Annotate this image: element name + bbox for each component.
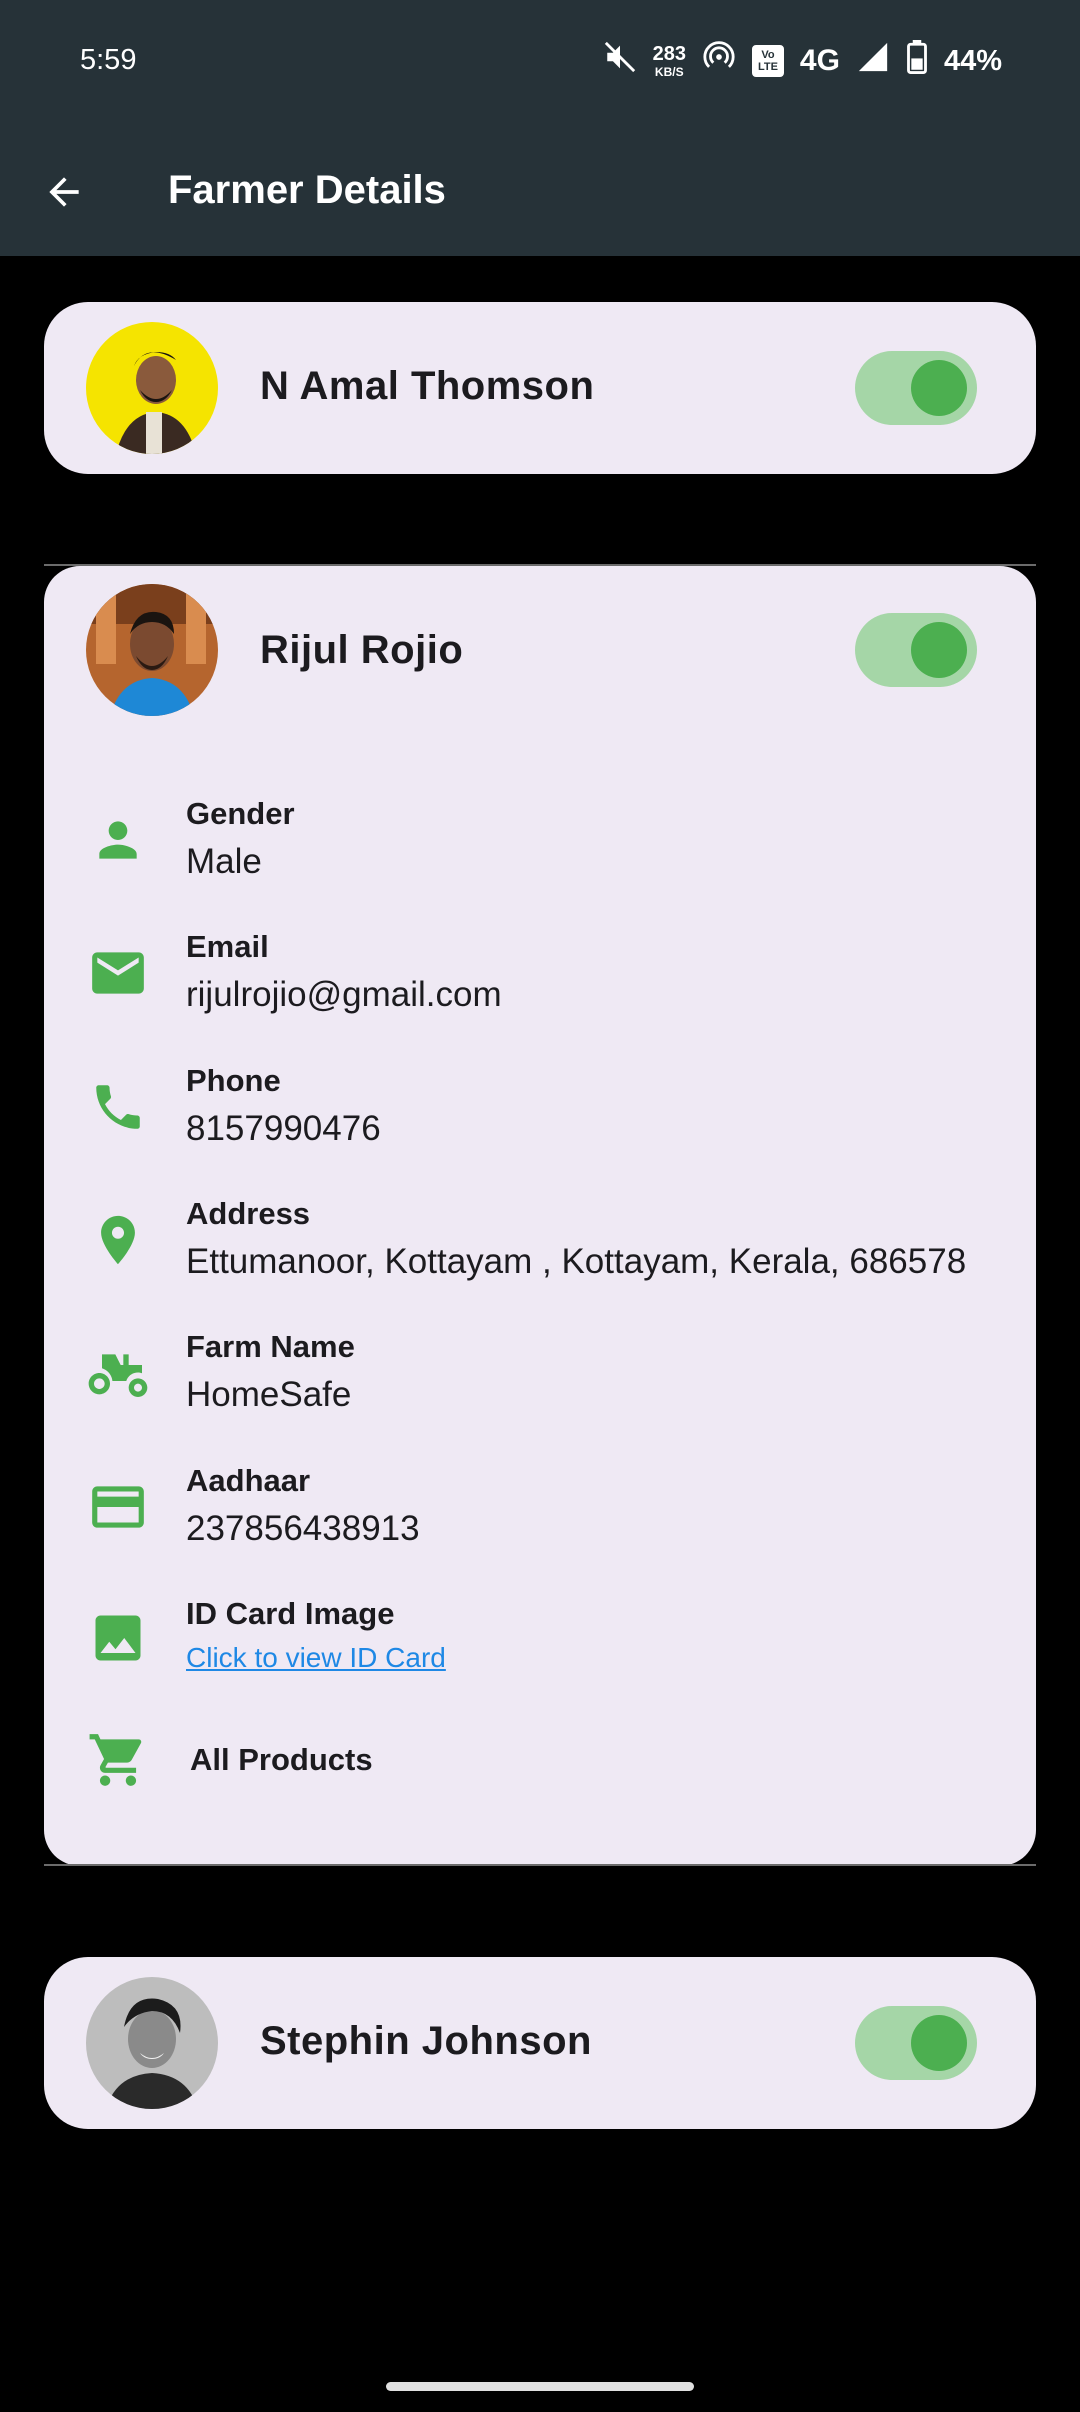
image-icon xyxy=(82,1602,154,1674)
status-icons: 283 KB/S Vo LTE 4G 44% xyxy=(603,40,1002,82)
mute-icon xyxy=(603,40,637,82)
detail-label: Email xyxy=(186,929,269,964)
detail-label: Phone xyxy=(186,1063,281,1098)
detail-label: Aadhaar xyxy=(186,1463,311,1498)
detail-phone: Phone 8157990476 xyxy=(44,1063,1036,1153)
battery-icon xyxy=(906,40,928,82)
tractor-icon xyxy=(82,1337,154,1409)
email-icon xyxy=(82,937,154,1009)
farmer-name: N Amal Thomson xyxy=(260,364,595,408)
farmer-card-expanded[interactable]: Rijul Rojio Gender Male Email rijulrojio… xyxy=(44,566,1036,1866)
network-speed: 283 KB/S xyxy=(652,43,686,79)
view-id-card-link[interactable]: Click to view ID Card xyxy=(186,1642,446,1674)
detail-value: 8157990476 xyxy=(186,1109,381,1148)
active-toggle[interactable] xyxy=(855,2006,977,2080)
battery-percent: 44% xyxy=(943,44,1002,77)
avatar xyxy=(86,322,218,454)
location-pin-icon xyxy=(82,1204,154,1276)
toggle-knob xyxy=(911,2015,967,2071)
avatar xyxy=(86,1977,218,2109)
app-bar: Farmer Details xyxy=(0,128,1080,256)
volte-icon: Vo LTE xyxy=(751,45,784,77)
active-toggle[interactable] xyxy=(855,613,977,687)
toggle-knob xyxy=(911,360,967,416)
detail-value: Ettumanoor, Kottayam , Kottayam, Kerala,… xyxy=(186,1242,967,1281)
detail-value: rijulrojio@gmail.com xyxy=(186,975,502,1014)
farmer-name: Stephin Johnson xyxy=(260,2019,592,2063)
detail-farm-name: Farm Name HomeSafe xyxy=(44,1329,1036,1419)
detail-aadhaar: Aadhaar 237856438913 xyxy=(44,1463,1036,1553)
detail-label: Gender xyxy=(186,796,295,831)
detail-value: HomeSafe xyxy=(186,1375,352,1414)
phone-icon xyxy=(82,1071,154,1143)
farmer-card[interactable]: Stephin Johnson xyxy=(44,1957,1036,2129)
farmer-name: Rijul Rojio xyxy=(260,628,464,672)
detail-email: Email rijulrojio@gmail.com xyxy=(44,929,1036,1019)
detail-address: Address Ettumanoor, Kottayam , Kottayam,… xyxy=(44,1196,1036,1286)
detail-label: ID Card Image xyxy=(186,1596,395,1631)
detail-value: 237856438913 xyxy=(186,1509,420,1548)
all-products-button[interactable]: All Products xyxy=(44,1724,1036,1804)
page-title: Farmer Details xyxy=(168,168,446,212)
divider xyxy=(44,1864,1036,1866)
hotspot-icon xyxy=(702,40,736,82)
active-toggle[interactable] xyxy=(855,351,977,425)
detail-id-card: ID Card Image Click to view ID Card xyxy=(44,1596,1036,1686)
farmer-card[interactable]: N Amal Thomson xyxy=(44,302,1036,474)
credit-card-icon xyxy=(82,1471,154,1543)
detail-label: Address xyxy=(186,1196,311,1231)
detail-value: Male xyxy=(186,842,262,881)
avatar xyxy=(86,584,218,716)
status-bar: 5:59 283 KB/S Vo LTE 4G 44% xyxy=(0,0,1080,128)
home-indicator[interactable] xyxy=(386,2382,694,2391)
all-products-label: All Products xyxy=(190,1742,373,1777)
toggle-knob xyxy=(911,622,967,678)
arrow-back-icon xyxy=(49,177,79,207)
cart-icon xyxy=(82,1724,154,1796)
detail-gender: Gender Male xyxy=(44,796,1036,886)
status-time: 5:59 xyxy=(80,44,137,76)
back-button[interactable] xyxy=(36,164,92,220)
person-icon xyxy=(82,804,154,876)
detail-label: Farm Name xyxy=(186,1329,355,1364)
network-type: 4G xyxy=(799,44,840,77)
signal-icon xyxy=(856,40,890,82)
